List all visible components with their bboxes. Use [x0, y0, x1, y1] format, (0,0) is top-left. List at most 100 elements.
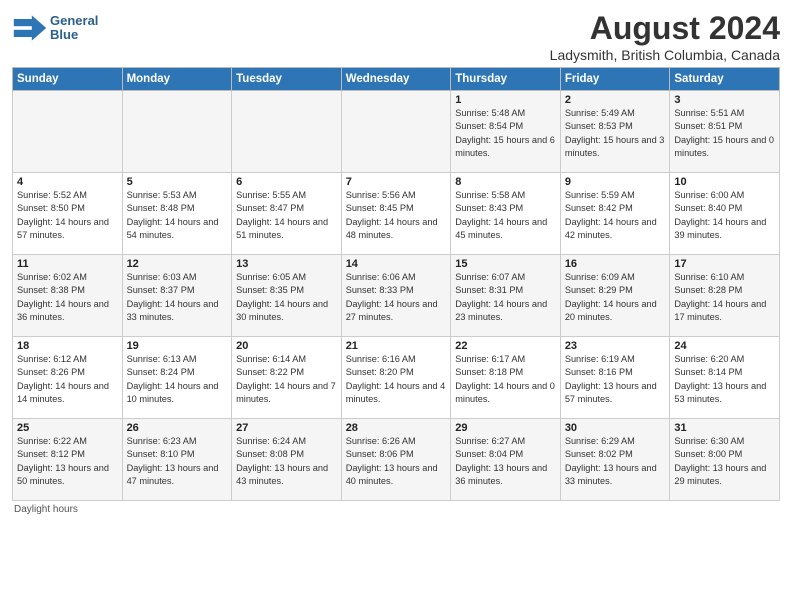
day-number: 15: [455, 258, 556, 270]
day-info: Sunrise: 5:52 AM Sunset: 8:50 PM Dayligh…: [17, 189, 118, 242]
day-number: 4: [17, 176, 118, 188]
day-cell: 10Sunrise: 6:00 AM Sunset: 8:40 PM Dayli…: [670, 173, 780, 255]
day-cell: 29Sunrise: 6:27 AM Sunset: 8:04 PM Dayli…: [451, 419, 561, 501]
day-number: 10: [674, 176, 775, 188]
page-container: General Blue August 2024 Ladysmith, Brit…: [0, 0, 792, 521]
day-number: 14: [346, 258, 447, 270]
day-number: 23: [565, 340, 666, 352]
logo-icon: [12, 10, 48, 46]
day-cell: 21Sunrise: 6:16 AM Sunset: 8:20 PM Dayli…: [341, 337, 451, 419]
day-number: 17: [674, 258, 775, 270]
day-info: Sunrise: 5:58 AM Sunset: 8:43 PM Dayligh…: [455, 189, 556, 242]
day-info: Sunrise: 6:27 AM Sunset: 8:04 PM Dayligh…: [455, 435, 556, 488]
day-number: 29: [455, 422, 556, 434]
day-cell: 3Sunrise: 5:51 AM Sunset: 8:51 PM Daylig…: [670, 91, 780, 173]
day-number: 20: [236, 340, 337, 352]
day-number: 19: [127, 340, 228, 352]
day-cell: 28Sunrise: 6:26 AM Sunset: 8:06 PM Dayli…: [341, 419, 451, 501]
day-info: Sunrise: 6:10 AM Sunset: 8:28 PM Dayligh…: [674, 271, 775, 324]
day-info: Sunrise: 5:59 AM Sunset: 8:42 PM Dayligh…: [565, 189, 666, 242]
day-number: 27: [236, 422, 337, 434]
day-cell: 1Sunrise: 5:48 AM Sunset: 8:54 PM Daylig…: [451, 91, 561, 173]
day-info: Sunrise: 6:13 AM Sunset: 8:24 PM Dayligh…: [127, 353, 228, 406]
logo-line2: Blue: [50, 28, 98, 42]
day-number: 8: [455, 176, 556, 188]
week-row-1: 1Sunrise: 5:48 AM Sunset: 8:54 PM Daylig…: [13, 91, 780, 173]
day-info: Sunrise: 6:12 AM Sunset: 8:26 PM Dayligh…: [17, 353, 118, 406]
weekday-header-friday: Friday: [560, 68, 670, 91]
day-cell: 17Sunrise: 6:10 AM Sunset: 8:28 PM Dayli…: [670, 255, 780, 337]
day-info: Sunrise: 6:09 AM Sunset: 8:29 PM Dayligh…: [565, 271, 666, 324]
footer: Daylight hours: [12, 504, 780, 515]
day-info: Sunrise: 5:49 AM Sunset: 8:53 PM Dayligh…: [565, 107, 666, 160]
day-cell: 13Sunrise: 6:05 AM Sunset: 8:35 PM Dayli…: [232, 255, 342, 337]
day-cell: 22Sunrise: 6:17 AM Sunset: 8:18 PM Dayli…: [451, 337, 561, 419]
weekday-header-thursday: Thursday: [451, 68, 561, 91]
day-cell: [122, 91, 232, 173]
logo-text: General Blue: [50, 14, 98, 43]
day-info: Sunrise: 6:06 AM Sunset: 8:33 PM Dayligh…: [346, 271, 447, 324]
day-number: 30: [565, 422, 666, 434]
week-row-3: 11Sunrise: 6:02 AM Sunset: 8:38 PM Dayli…: [13, 255, 780, 337]
day-number: 16: [565, 258, 666, 270]
day-info: Sunrise: 6:00 AM Sunset: 8:40 PM Dayligh…: [674, 189, 775, 242]
day-cell: 26Sunrise: 6:23 AM Sunset: 8:10 PM Dayli…: [122, 419, 232, 501]
weekday-header-tuesday: Tuesday: [232, 68, 342, 91]
day-cell: 19Sunrise: 6:13 AM Sunset: 8:24 PM Dayli…: [122, 337, 232, 419]
logo-line1: General: [50, 14, 98, 28]
day-number: 3: [674, 94, 775, 106]
day-number: 6: [236, 176, 337, 188]
day-cell: 8Sunrise: 5:58 AM Sunset: 8:43 PM Daylig…: [451, 173, 561, 255]
day-info: Sunrise: 6:24 AM Sunset: 8:08 PM Dayligh…: [236, 435, 337, 488]
day-info: Sunrise: 6:19 AM Sunset: 8:16 PM Dayligh…: [565, 353, 666, 406]
day-info: Sunrise: 6:22 AM Sunset: 8:12 PM Dayligh…: [17, 435, 118, 488]
day-info: Sunrise: 6:07 AM Sunset: 8:31 PM Dayligh…: [455, 271, 556, 324]
day-info: Sunrise: 5:55 AM Sunset: 8:47 PM Dayligh…: [236, 189, 337, 242]
day-cell: 14Sunrise: 6:06 AM Sunset: 8:33 PM Dayli…: [341, 255, 451, 337]
day-cell: 5Sunrise: 5:53 AM Sunset: 8:48 PM Daylig…: [122, 173, 232, 255]
day-number: 5: [127, 176, 228, 188]
day-cell: 20Sunrise: 6:14 AM Sunset: 8:22 PM Dayli…: [232, 337, 342, 419]
day-info: Sunrise: 5:53 AM Sunset: 8:48 PM Dayligh…: [127, 189, 228, 242]
day-info: Sunrise: 6:16 AM Sunset: 8:20 PM Dayligh…: [346, 353, 447, 406]
day-cell: 15Sunrise: 6:07 AM Sunset: 8:31 PM Dayli…: [451, 255, 561, 337]
day-info: Sunrise: 6:26 AM Sunset: 8:06 PM Dayligh…: [346, 435, 447, 488]
day-cell: 27Sunrise: 6:24 AM Sunset: 8:08 PM Dayli…: [232, 419, 342, 501]
day-cell: 11Sunrise: 6:02 AM Sunset: 8:38 PM Dayli…: [13, 255, 123, 337]
day-cell: 12Sunrise: 6:03 AM Sunset: 8:37 PM Dayli…: [122, 255, 232, 337]
day-cell: 24Sunrise: 6:20 AM Sunset: 8:14 PM Dayli…: [670, 337, 780, 419]
day-number: 28: [346, 422, 447, 434]
header: General Blue August 2024 Ladysmith, Brit…: [12, 10, 780, 63]
day-info: Sunrise: 6:20 AM Sunset: 8:14 PM Dayligh…: [674, 353, 775, 406]
day-cell: 18Sunrise: 6:12 AM Sunset: 8:26 PM Dayli…: [13, 337, 123, 419]
day-number: 21: [346, 340, 447, 352]
day-cell: [13, 91, 123, 173]
day-info: Sunrise: 6:03 AM Sunset: 8:37 PM Dayligh…: [127, 271, 228, 324]
calendar-table: SundayMondayTuesdayWednesdayThursdayFrid…: [12, 67, 780, 501]
title-block: August 2024 Ladysmith, British Columbia,…: [550, 10, 780, 63]
weekday-header-saturday: Saturday: [670, 68, 780, 91]
day-cell: [341, 91, 451, 173]
weekday-header-monday: Monday: [122, 68, 232, 91]
day-info: Sunrise: 5:48 AM Sunset: 8:54 PM Dayligh…: [455, 107, 556, 160]
day-cell: 30Sunrise: 6:29 AM Sunset: 8:02 PM Dayli…: [560, 419, 670, 501]
day-info: Sunrise: 6:30 AM Sunset: 8:00 PM Dayligh…: [674, 435, 775, 488]
day-info: Sunrise: 6:17 AM Sunset: 8:18 PM Dayligh…: [455, 353, 556, 406]
weekday-header-sunday: Sunday: [13, 68, 123, 91]
day-number: 9: [565, 176, 666, 188]
logo: General Blue: [12, 10, 98, 46]
day-cell: 4Sunrise: 5:52 AM Sunset: 8:50 PM Daylig…: [13, 173, 123, 255]
day-info: Sunrise: 5:56 AM Sunset: 8:45 PM Dayligh…: [346, 189, 447, 242]
day-number: 13: [236, 258, 337, 270]
day-number: 31: [674, 422, 775, 434]
day-number: 26: [127, 422, 228, 434]
day-number: 12: [127, 258, 228, 270]
week-row-2: 4Sunrise: 5:52 AM Sunset: 8:50 PM Daylig…: [13, 173, 780, 255]
day-info: Sunrise: 6:02 AM Sunset: 8:38 PM Dayligh…: [17, 271, 118, 324]
day-number: 2: [565, 94, 666, 106]
day-number: 24: [674, 340, 775, 352]
day-cell: 6Sunrise: 5:55 AM Sunset: 8:47 PM Daylig…: [232, 173, 342, 255]
weekday-header-row: SundayMondayTuesdayWednesdayThursdayFrid…: [13, 68, 780, 91]
weekday-header-wednesday: Wednesday: [341, 68, 451, 91]
day-info: Sunrise: 5:51 AM Sunset: 8:51 PM Dayligh…: [674, 107, 775, 160]
